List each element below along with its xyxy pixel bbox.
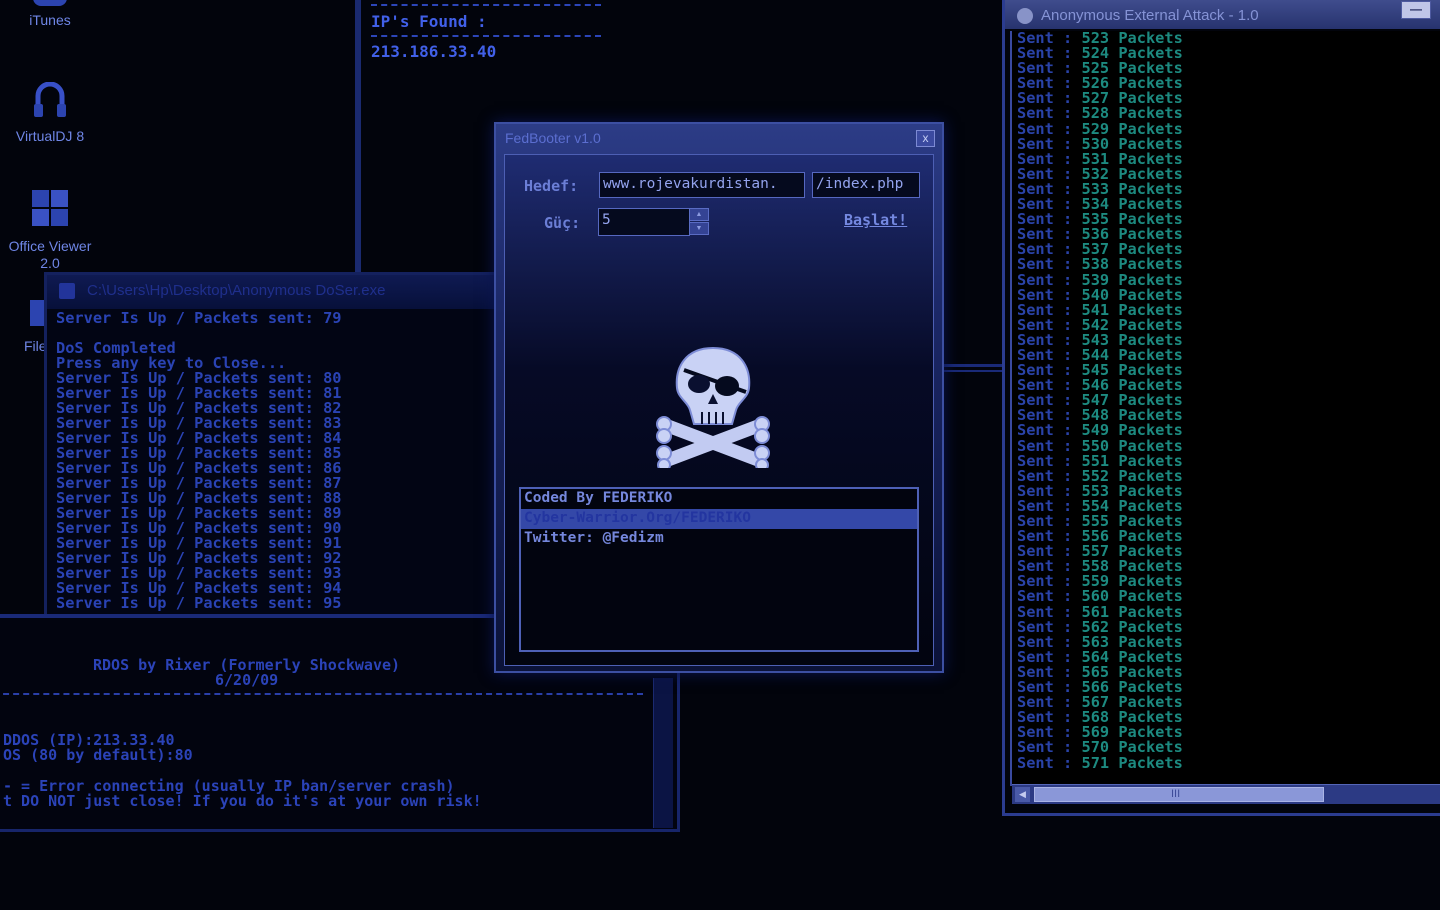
itunes-icon [33,0,67,6]
window-titlebar[interactable]: FedBooter v1.0 x [496,124,942,154]
console-line: Server Is Up / Packets sent: 95 [56,594,342,612]
scroll-left-arrow-icon[interactable]: ◀ [1015,787,1030,802]
anonymous-mask-icon [1017,8,1033,24]
divider [371,4,601,6]
office-viewer-icon [0,188,100,232]
desktop-icon-label: iTunes [29,12,71,28]
scrollbar-thumb[interactable]: III [1034,787,1324,802]
divider [371,35,601,37]
ip-found-heading: IP's Found : [371,12,487,31]
credits-list-item[interactable]: Cyber-Warrior.Org/FEDERIKO [521,509,917,529]
window-title: FedBooter v1.0 [505,130,601,146]
spin-up-button[interactable]: ▲ [689,208,709,221]
credits-list-item[interactable]: Coded By FEDERIKO [521,489,917,509]
minimize-button[interactable]: — [1401,1,1431,19]
fedbooter-client-area: Hedef: www.rojevakurdistan. /index.php G… [504,154,934,666]
console-port-prompt: OS (80 by default):80 [3,746,193,764]
packet-log-area: Sent : 523 Packets Sent : 524 Packets Sent… [1010,30,1440,786]
packet-log-line: Sent : 571 Packets [1017,753,1183,772]
target-label: Hedef: [524,177,579,195]
console-warning-note: t DO NOT just close! If you do it's at y… [3,792,482,810]
spin-down-button[interactable]: ▼ [689,222,709,235]
fedbooter-window[interactable]: FedBooter v1.0 x Hedef: www.rojevakurdis… [494,122,944,673]
desktop-icon-virtualdj[interactable]: VirtualDJ 8 [0,81,100,145]
packet-count: 571 Packets [1081,753,1183,772]
window-titlebar[interactable]: Anonymous External Attack - 1.0 — [1005,0,1440,29]
divider [944,370,1004,372]
found-ip-address: 213.186.33.40 [371,42,497,61]
desktop-icon-label: VirtualDJ 8 [15,128,85,144]
console-app-icon [59,283,75,299]
vertical-scrollbar[interactable] [653,678,673,828]
desktop-icon-office-viewer[interactable]: Office Viewer 2.0 [0,188,100,272]
console-line: Server Is Up / Packets sent: 79 [56,309,342,327]
packet-log-label: Sent : [1017,753,1073,772]
virtualdj-icon [0,81,100,122]
power-label: Güç: [544,214,581,232]
divider [0,693,643,695]
window-titlebar[interactable]: C:\Users\Hp\Desktop\Anonymous DoSer.exe [47,275,501,309]
power-input[interactable]: 5 [598,208,690,236]
horizontal-scrollbar[interactable]: ◀ III [1012,784,1440,804]
window-title: Anonymous External Attack - 1.0 [1041,7,1259,24]
desktop-icon-itunes[interactable]: iTunes [0,0,100,29]
desktop-icon-label: Office Viewer 2.0 [8,238,92,271]
close-button[interactable]: x [916,130,935,147]
credits-list-item[interactable]: Twitter: @Fedizm [521,529,917,549]
doser-console-window[interactable]: C:\Users\Hp\Desktop\Anonymous DoSer.exe … [44,272,504,617]
scrollbar-grip: III [1171,788,1181,800]
anonymous-attack-window[interactable]: Anonymous External Attack - 1.0 — Sent :… [1002,0,1440,816]
target-path-input[interactable]: /index.php [812,172,920,198]
window-title: C:\Users\Hp\Desktop\Anonymous DoSer.exe [87,282,386,299]
credits-listbox[interactable]: Coded By FEDERIKO Cyber-Warrior.Org/FEDER… [519,487,919,652]
divider [944,364,1004,367]
console-date: 6/20/09 [215,671,279,689]
packet-log: Sent : 523 Packets Sent : 524 Packets Sent… [1017,30,1183,772]
target-host-input[interactable]: www.rojevakurdistan. [599,172,805,198]
skull-crossbones-icon [650,340,776,473]
start-button[interactable]: Başlat! [844,211,907,229]
console-output: Server Is Up / Packets sent: 79 DoS Compl… [56,309,342,612]
